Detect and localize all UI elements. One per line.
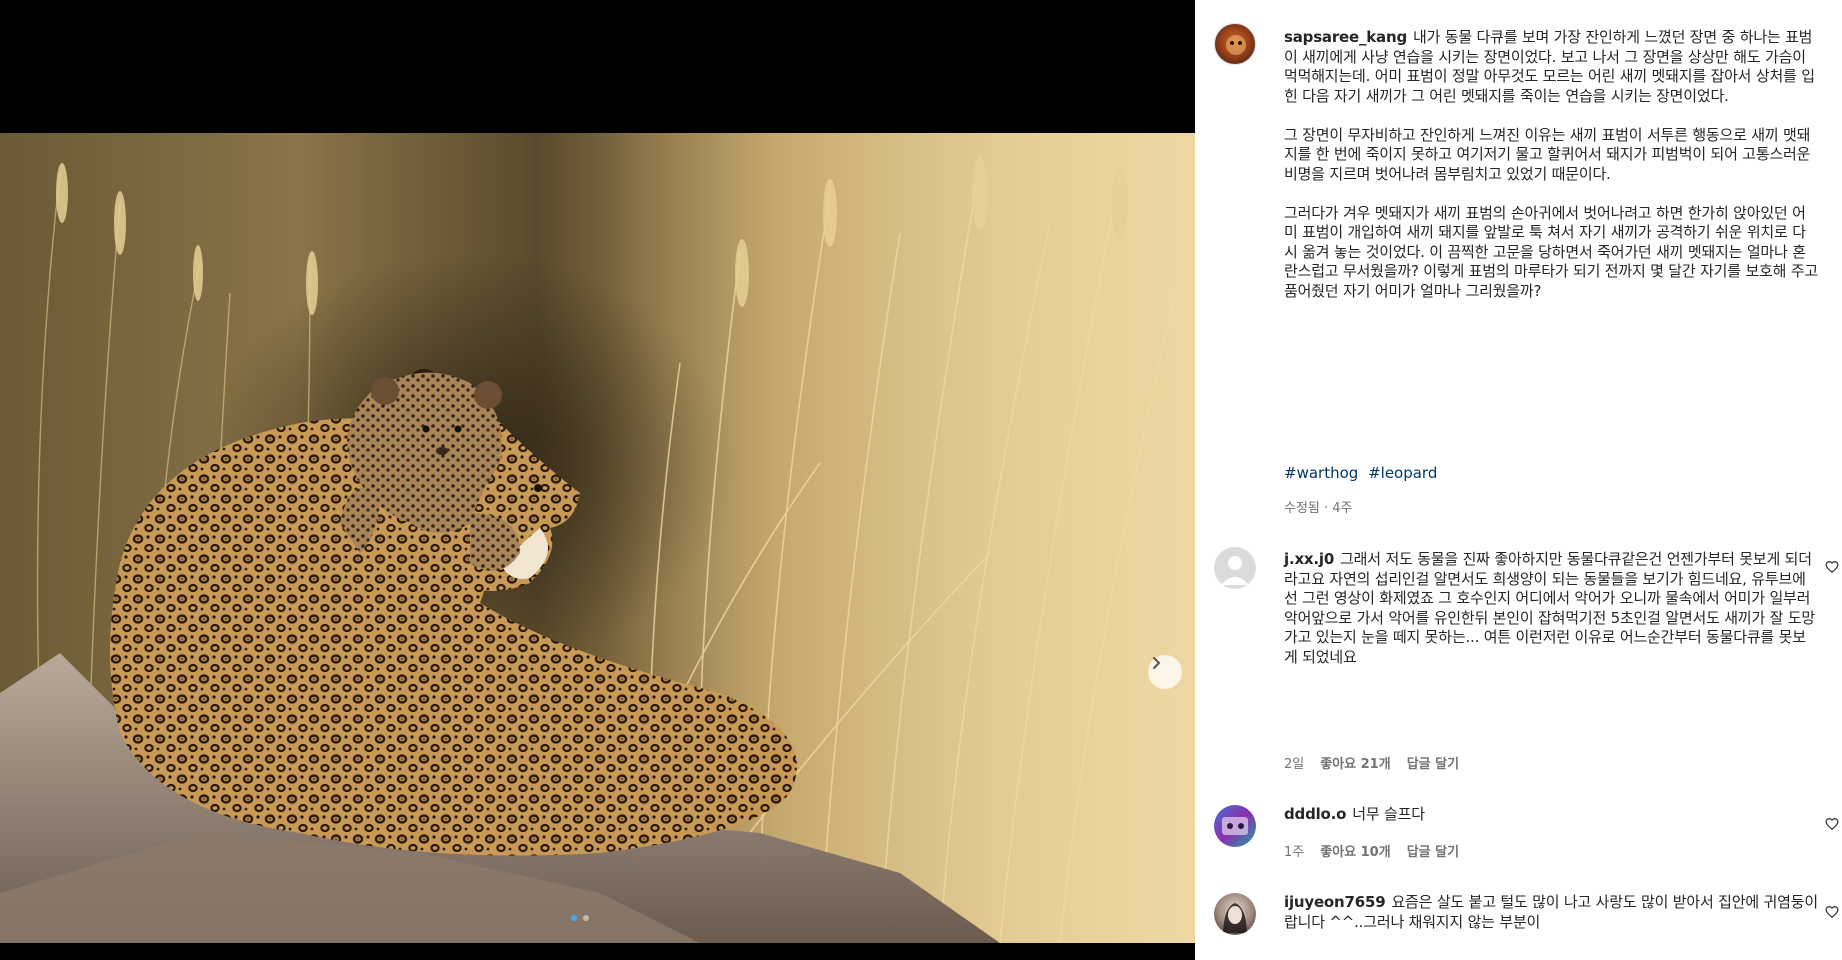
comment-username[interactable]: j.xx.j0 <box>1284 550 1334 568</box>
heart-icon[interactable] <box>1825 817 1839 831</box>
heart-icon[interactable] <box>1825 905 1839 919</box>
chevron-right-icon <box>1153 657 1160 669</box>
post-photo[interactable] <box>0 133 1195 943</box>
post-meta: 수정됨 · 4주 <box>1284 497 1353 516</box>
leopard-photo-art <box>0 133 1195 943</box>
comment-avatar[interactable] <box>1214 805 1256 847</box>
reply-button[interactable]: 답글 달기 <box>1407 753 1459 772</box>
post-caption: sapsaree_kang 내가 동물 다큐를 보며 가장 잔인하게 느꼈던 장면… <box>1284 28 1818 321</box>
comment-username[interactable]: dddlo.o <box>1284 805 1346 823</box>
comment-time: 2일 <box>1284 757 1305 772</box>
comment-2-meta: 1주 좋아요 10개 답글 달기 <box>1284 841 1459 860</box>
comment-1: j.xx.j0 그래서 저도 동물을 진짜 좋아하지만 동물다큐같은건 언젠가부터… <box>1284 550 1818 667</box>
author-username[interactable]: sapsaree_kang <box>1284 28 1407 46</box>
comment-1-meta: 2일 좋아요 21개 답글 달기 <box>1284 753 1459 772</box>
instagram-post-modal: sapsaree_kang 내가 동물 다큐를 보며 가장 잔인하게 느꼈던 장면… <box>0 0 1842 960</box>
caption-paragraph-2: 그 장면이 무자비하고 잔인하게 느껴진 이유는 새끼 표범이 서투른 행동으로… <box>1284 125 1811 183</box>
avatar-image <box>1223 903 1247 933</box>
comment-avatar[interactable] <box>1214 893 1256 935</box>
next-slide-button[interactable] <box>1148 655 1182 689</box>
comment-time: 1주 <box>1284 845 1305 860</box>
comment-text: 그래서 저도 동물을 진짜 좋아하지만 동물다큐같은건 언젠가부터 못보게 되더… <box>1284 550 1816 666</box>
post-detail-panel: sapsaree_kang 내가 동물 다큐를 보며 가장 잔인하게 느꼈던 장면… <box>1195 0 1842 960</box>
carousel-dot-2[interactable] <box>583 915 589 921</box>
author-avatar[interactable] <box>1214 23 1256 65</box>
comment-3: ijuyeon7659 요즘은 살도 붙고 털도 많이 나고 사랑도 많이 받아서… <box>1284 893 1818 932</box>
reply-button[interactable]: 답글 달기 <box>1407 841 1459 860</box>
hashtag-row: #warthog #leopard <box>1284 464 1442 482</box>
carousel-dot-1[interactable] <box>571 915 577 921</box>
caption-paragraph-3: 그러다가 겨우 멧돼지가 새끼 표범의 손아귀에서 벗어나려고 하면 한가히 앉… <box>1284 203 1819 300</box>
comment-likes[interactable]: 좋아요 10개 <box>1320 841 1390 860</box>
comment-avatar[interactable] <box>1214 547 1256 589</box>
avatar-image <box>1226 35 1246 55</box>
comment-2: dddlo.o 너무 슬프다 <box>1284 805 1818 825</box>
comment-username[interactable]: ijuyeon7659 <box>1284 893 1386 911</box>
avatar-image <box>1222 817 1248 835</box>
comment-likes[interactable]: 좋아요 21개 <box>1320 753 1390 772</box>
hashtag-leopard[interactable]: #leopard <box>1368 464 1437 482</box>
hashtag-warthog[interactable]: #warthog <box>1284 464 1358 482</box>
heart-icon[interactable] <box>1825 560 1839 574</box>
comment-text: 너무 슬프다 <box>1352 805 1425 823</box>
default-avatar-icon <box>1221 556 1249 585</box>
caption-paragraph-1: sapsaree_kang 내가 동물 다큐를 보며 가장 잔인하게 느꼈던 장면… <box>1284 28 1818 106</box>
post-edited-time: 수정됨 · 4주 <box>1284 501 1353 516</box>
carousel-indicator <box>571 915 589 921</box>
media-viewer <box>0 0 1195 960</box>
